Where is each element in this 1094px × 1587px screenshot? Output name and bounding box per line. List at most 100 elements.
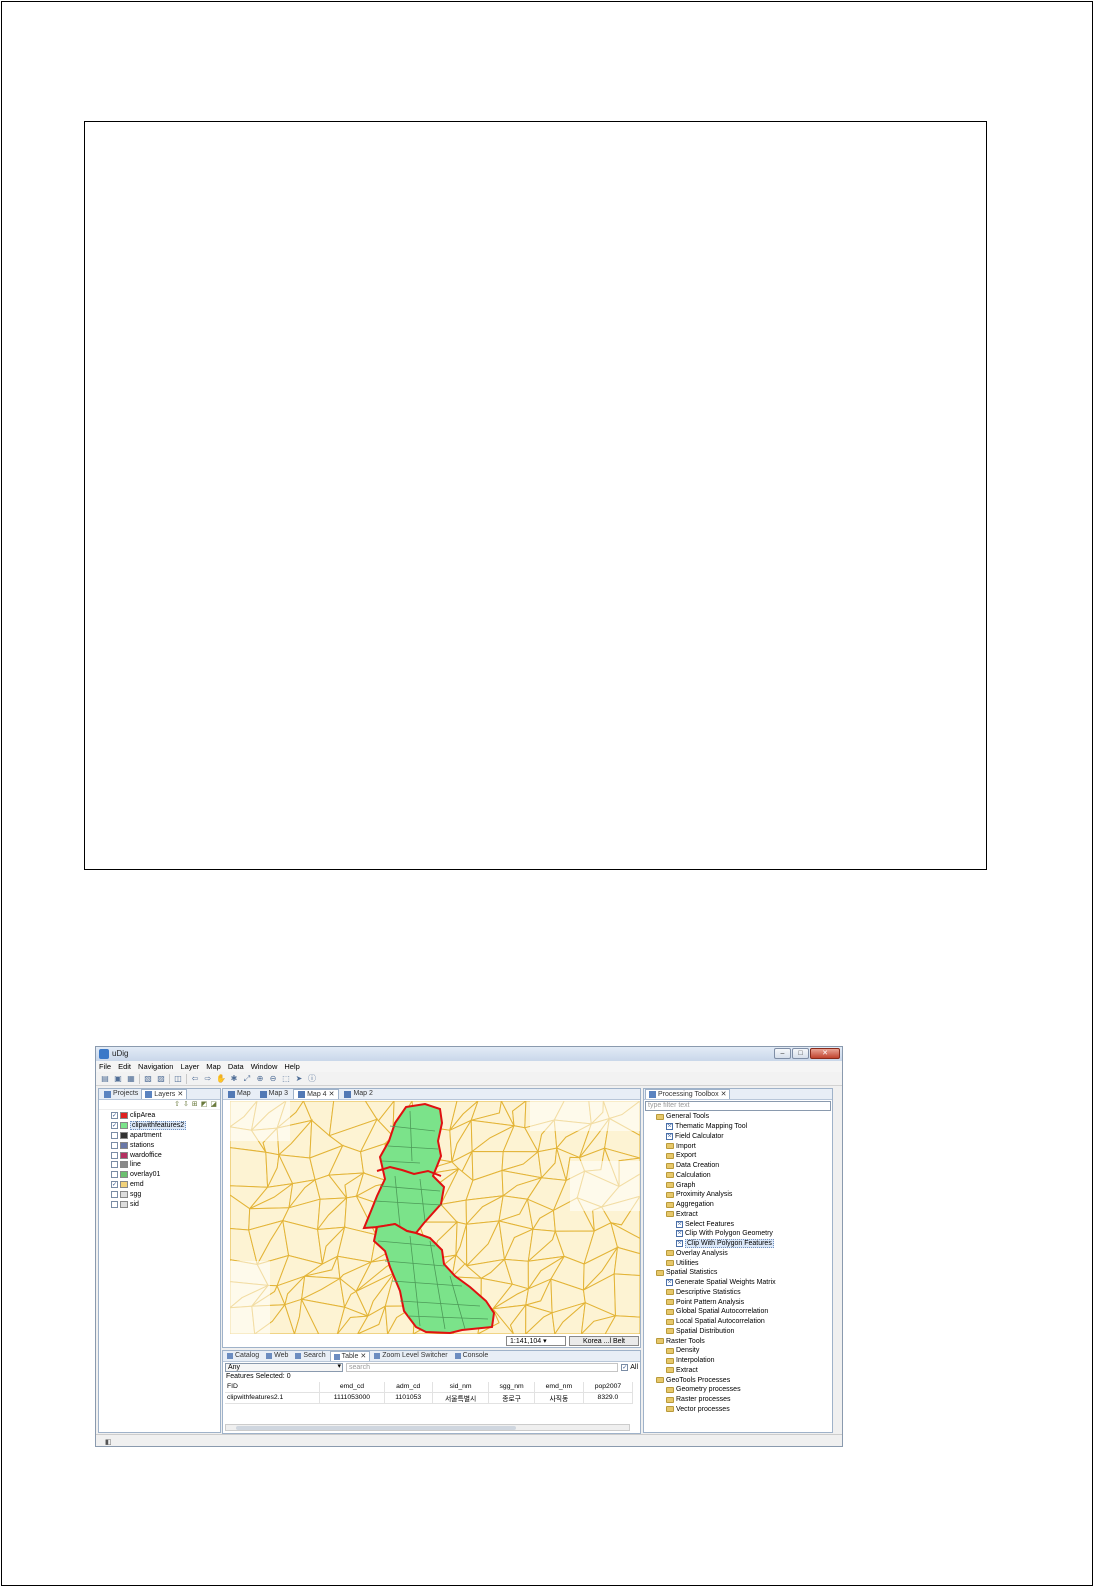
- toolbox-folder[interactable]: Raster processes: [646, 1395, 832, 1405]
- map-canvas[interactable]: [230, 1101, 640, 1334]
- back-icon[interactable]: ⇦: [190, 1074, 200, 1084]
- toolbox-folder[interactable]: Spatial Statistics: [646, 1268, 832, 1278]
- column-header-pop2007[interactable]: pop2007: [583, 1382, 634, 1393]
- move-up-icon[interactable]: ⇧: [174, 1100, 180, 1109]
- menu-layer[interactable]: Layer: [180, 1062, 199, 1071]
- toolbox-folder[interactable]: Graph: [646, 1180, 832, 1190]
- layer-item-stations[interactable]: stations: [111, 1140, 220, 1150]
- menu-edit[interactable]: Edit: [118, 1062, 131, 1071]
- column-header-sid_nm[interactable]: sid_nm: [432, 1382, 490, 1393]
- select-icon[interactable]: ⬚: [281, 1074, 291, 1084]
- column-header-adm_cd[interactable]: adm_cd: [384, 1382, 433, 1393]
- toolbox-folder[interactable]: General Tools: [646, 1112, 832, 1122]
- layer-visibility-checkbox[interactable]: [111, 1171, 118, 1179]
- remove-layer-icon[interactable]: ◪: [210, 1100, 217, 1109]
- layer-item-overlay01[interactable]: overlay01: [111, 1170, 220, 1180]
- refresh-icon[interactable]: ✱: [229, 1074, 239, 1084]
- zoom-extent-icon[interactable]: ⤢: [242, 1074, 252, 1084]
- toolbox-filter-input[interactable]: type filter text: [645, 1101, 831, 1111]
- zoom-in-icon[interactable]: ⊕: [255, 1074, 265, 1084]
- tab-map-2[interactable]: Map 2: [340, 1089, 376, 1099]
- info-icon[interactable]: ⓘ: [307, 1074, 317, 1084]
- layer-visibility-checkbox[interactable]: ✓: [111, 1112, 118, 1120]
- all-checkbox[interactable]: ✓ All: [621, 1364, 638, 1371]
- tab-processing-toolbox[interactable]: Processing Toolbox ✕: [645, 1089, 731, 1099]
- layer-visibility-checkbox[interactable]: [111, 1200, 118, 1208]
- toolbox-tool[interactable]: ⚒ Clip With Polygon Features: [646, 1239, 832, 1249]
- tab-console[interactable]: Console: [452, 1351, 492, 1361]
- toolbox-folder[interactable]: Interpolation: [646, 1356, 832, 1366]
- tab-projects[interactable]: Projects: [101, 1089, 141, 1099]
- menu-navigation[interactable]: Navigation: [138, 1062, 173, 1071]
- tab-catalog[interactable]: Catalog: [224, 1351, 262, 1361]
- layer-item-cliparea[interactable]: ✓ clipArea: [111, 1111, 220, 1121]
- pointer-icon[interactable]: ➤: [294, 1074, 304, 1084]
- layer-item-emd[interactable]: ✓ emd: [111, 1180, 220, 1190]
- zoom-out-icon[interactable]: ⊖: [268, 1074, 278, 1084]
- toolbox-tool[interactable]: ⚒ Generate Spatial Weights Matrix: [646, 1278, 832, 1288]
- layer-item-sgg[interactable]: sgg: [111, 1189, 220, 1199]
- menu-map[interactable]: Map: [206, 1062, 221, 1071]
- toolbox-folder[interactable]: Point Pattern Analysis: [646, 1297, 832, 1307]
- new-icon[interactable]: ▤: [100, 1074, 110, 1084]
- attribute-filter-select[interactable]: Any: [225, 1363, 343, 1372]
- toolbox-folder[interactable]: Extract: [646, 1210, 832, 1220]
- layer-visibility-checkbox[interactable]: [111, 1161, 118, 1169]
- crs-button[interactable]: Korea ...l Belt: [569, 1336, 639, 1346]
- layer-visibility-checkbox[interactable]: [111, 1151, 118, 1159]
- layer-item-sid[interactable]: sid: [111, 1199, 220, 1209]
- toolbox-folder[interactable]: Local Spatial Autocorrelation: [646, 1317, 832, 1327]
- column-header-fid[interactable]: FID: [225, 1382, 321, 1393]
- tab-layers[interactable]: Layers ✕: [141, 1089, 188, 1099]
- tab-map[interactable]: Map: [224, 1089, 255, 1099]
- layer-visibility-checkbox[interactable]: ✓: [111, 1180, 118, 1188]
- table-row[interactable]: clipwithfeatures2.1 1111053000 1101053 서울특별…: [225, 1392, 634, 1404]
- layer-visibility-checkbox[interactable]: [111, 1131, 118, 1139]
- forward-icon[interactable]: ⇨: [203, 1074, 213, 1084]
- toolbox-folder[interactable]: Vector processes: [646, 1405, 832, 1415]
- save-all-icon[interactable]: ▦: [126, 1074, 136, 1084]
- properties-icon[interactable]: ◫: [173, 1074, 183, 1084]
- tab-search[interactable]: Search: [292, 1351, 328, 1361]
- layer-item-apartment[interactable]: apartment: [111, 1131, 220, 1141]
- toolbox-folder[interactable]: GeoTools Processes: [646, 1375, 832, 1385]
- toolbox-folder[interactable]: Spatial Distribution: [646, 1327, 832, 1337]
- toolbox-folder[interactable]: Overlay Analysis: [646, 1249, 832, 1259]
- toolbox-folder[interactable]: Aggregation: [646, 1200, 832, 1210]
- column-header-sgg_nm[interactable]: sgg_nm: [488, 1382, 535, 1393]
- tab-map-4[interactable]: Map 4 ✕: [293, 1089, 340, 1099]
- pan-icon[interactable]: ✋: [216, 1074, 226, 1084]
- print-icon[interactable]: ▧: [143, 1074, 153, 1084]
- menu-file[interactable]: File: [99, 1062, 111, 1071]
- toolbox-tool[interactable]: ⚒ Select Features: [646, 1219, 832, 1229]
- toolbox-folder[interactable]: Calculation: [646, 1171, 832, 1181]
- menu-window[interactable]: Window: [251, 1062, 278, 1071]
- layer-item-line[interactable]: line: [111, 1160, 220, 1170]
- table-search-input[interactable]: search: [346, 1363, 619, 1372]
- column-header-emd_cd[interactable]: emd_cd: [319, 1382, 385, 1393]
- toolbox-tool[interactable]: ⚒ Thematic Mapping Tool: [646, 1122, 832, 1132]
- move-down-icon[interactable]: ⇩: [183, 1100, 189, 1109]
- menu-data[interactable]: Data: [228, 1062, 244, 1071]
- toolbox-folder[interactable]: Export: [646, 1151, 832, 1161]
- layer-visibility-checkbox[interactable]: ✓: [111, 1122, 118, 1130]
- toolbox-tool[interactable]: ⚒ Field Calculator: [646, 1132, 832, 1142]
- layer-item-clipwithfeatures2[interactable]: ✓ clipwithfeatures2: [111, 1121, 220, 1131]
- tab-web[interactable]: Web: [263, 1351, 291, 1361]
- tab-zoom-level-switcher[interactable]: Zoom Level Switcher: [371, 1351, 450, 1361]
- toolbox-folder[interactable]: Utilities: [646, 1258, 832, 1268]
- scale-selector[interactable]: 1:141,104 ▾: [506, 1336, 566, 1346]
- toolbox-folder[interactable]: Global Spatial Autocorrelation: [646, 1307, 832, 1317]
- minimize-button[interactable]: –: [774, 1048, 791, 1059]
- table-horizontal-scrollbar[interactable]: [225, 1424, 630, 1431]
- close-button[interactable]: ✕: [810, 1048, 840, 1059]
- toolbox-folder[interactable]: Proximity Analysis: [646, 1190, 832, 1200]
- save-icon[interactable]: ▣: [113, 1074, 123, 1084]
- layer-visibility-checkbox[interactable]: [111, 1141, 118, 1149]
- tab-table[interactable]: Table ✕: [329, 1351, 371, 1361]
- toolbox-folder[interactable]: Density: [646, 1346, 832, 1356]
- toolbox-folder[interactable]: Import: [646, 1141, 832, 1151]
- toolbox-folder[interactable]: Descriptive Statistics: [646, 1288, 832, 1298]
- toolbox-tool[interactable]: ⚒ Clip With Polygon Geometry: [646, 1229, 832, 1239]
- maximize-button[interactable]: □: [792, 1048, 809, 1059]
